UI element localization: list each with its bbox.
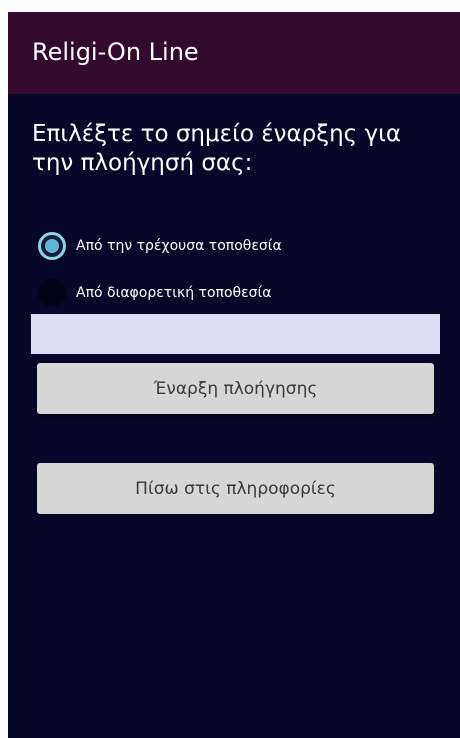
option-different-location[interactable]: Από διαφορετική τοποθεσία bbox=[38, 278, 438, 308]
option-current-location[interactable]: Από την τρέχουσα τοποθεσία bbox=[38, 231, 438, 261]
radio-checked-icon[interactable] bbox=[38, 232, 66, 260]
option-different-location-label: Από διαφορετική τοποθεσία bbox=[76, 285, 272, 301]
start-point-prompt: Επιλέξτε το σημείο έναρξης για την πλοήγ… bbox=[32, 121, 402, 176]
option-current-location-label: Από την τρέχουσα τοποθεσία bbox=[76, 238, 282, 254]
app-screen: Religi-On Line Επιλέξτε το σημείο έναρξη… bbox=[8, 12, 460, 738]
radio-unchecked-icon[interactable] bbox=[38, 279, 66, 307]
start-navigation-button[interactable]: Έναρξη πλοήγησης bbox=[37, 363, 434, 414]
location-input[interactable] bbox=[31, 314, 440, 354]
back-to-info-button[interactable]: Πίσω στις πληροφορίες bbox=[37, 463, 434, 514]
action-bar: Religi-On Line bbox=[8, 12, 460, 94]
app-title: Religi-On Line bbox=[32, 38, 199, 66]
